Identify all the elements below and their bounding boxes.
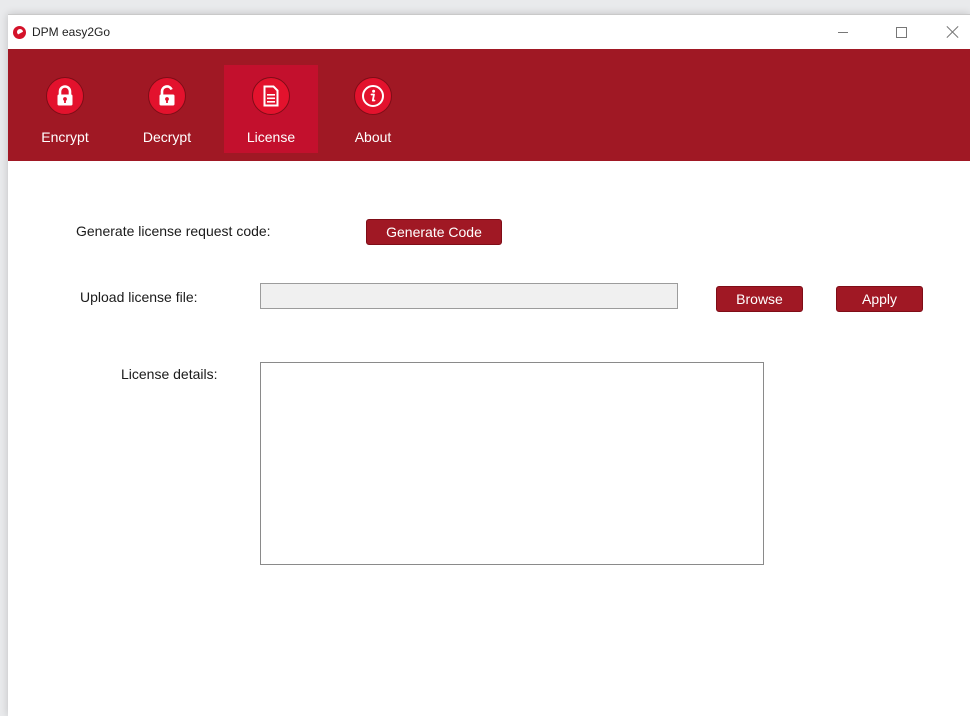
maximize-icon [895, 26, 907, 38]
app-window: DPM easy2Go Encrypt Decrypt License Abou… [8, 14, 970, 716]
title-bar[interactable]: DPM easy2Go [8, 15, 970, 49]
browse-button[interactable]: Browse [716, 286, 803, 312]
unlock-icon [148, 77, 186, 115]
tab-about-label: About [354, 129, 392, 145]
apply-button[interactable]: Apply [836, 286, 923, 312]
generate-code-button[interactable]: Generate Code [366, 219, 502, 245]
maximize-button[interactable] [878, 15, 924, 49]
upload-license-label: Upload license file: [80, 289, 198, 305]
info-icon [354, 77, 392, 115]
close-button[interactable] [930, 15, 970, 49]
document-icon [252, 77, 290, 115]
minimize-button[interactable] [820, 15, 866, 49]
tab-encrypt-label: Encrypt [41, 129, 89, 145]
tab-decrypt-label: Decrypt [142, 129, 192, 145]
app-logo-icon [13, 26, 26, 39]
tab-encrypt[interactable]: Encrypt [18, 65, 112, 153]
generate-code-label: Generate license request code: [76, 223, 271, 239]
tab-decrypt[interactable]: Decrypt [120, 65, 214, 153]
license-details-label: License details: [121, 366, 218, 382]
minimize-icon [838, 31, 848, 33]
tab-license-label: License [246, 129, 296, 145]
tab-license[interactable]: License [224, 65, 318, 153]
close-icon [947, 26, 959, 38]
window-title: DPM easy2Go [32, 25, 111, 39]
license-file-path-field[interactable] [260, 283, 678, 309]
license-details-textarea[interactable] [260, 362, 764, 565]
tab-about[interactable]: About [326, 65, 420, 153]
main-toolbar: Encrypt Decrypt License About [8, 49, 970, 161]
lock-icon [46, 77, 84, 115]
